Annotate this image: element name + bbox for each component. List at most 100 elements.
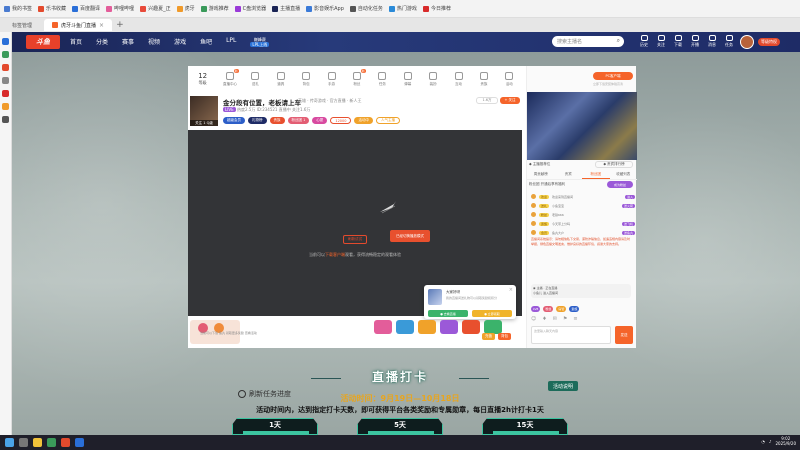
gift-item[interactable] [484, 320, 502, 334]
gift-item[interactable] [462, 320, 480, 334]
day-card-5[interactable]: 5天 [357, 418, 443, 435]
bookmark-item[interactable]: 今日推荐 [422, 5, 451, 12]
recommend-stream-thumbnail[interactable] [527, 92, 637, 160]
tool-item[interactable]: 弹幕 [395, 71, 420, 87]
day-card-1[interactable]: 1天 [232, 418, 318, 435]
tab-favorites[interactable]: 收藏列表 [610, 170, 638, 179]
search-icon[interactable] [19, 438, 28, 447]
chat-input[interactable]: 这里输入聊天内容 [531, 326, 611, 344]
send-button[interactable]: 发送 [615, 326, 633, 344]
sidebar-app-icon[interactable] [2, 103, 9, 110]
gift-icon[interactable]: ♦ [542, 316, 546, 322]
nav-forum[interactable]: 鱼吧 [200, 37, 212, 47]
nav-events[interactable]: 赛事 [122, 37, 134, 47]
browser-icon[interactable] [47, 438, 56, 447]
user-level[interactable]: 12 等级 [188, 72, 217, 86]
video-player[interactable]: 刷新试试 已经切换播放模式 当前可以下载客户端观看，获得流畅稳定的观看体验 大家… [188, 130, 522, 319]
gift-item[interactable] [374, 320, 392, 334]
tool-item[interactable]: 送礼 [243, 71, 268, 87]
messages-button[interactable]: 消息 [708, 35, 716, 48]
nav-games[interactable]: 游戏 [174, 37, 186, 47]
windows-start-icon[interactable] [5, 438, 14, 447]
gift-item[interactable] [418, 320, 436, 334]
bookmark-item[interactable]: 虎牙 [176, 5, 195, 12]
emoji-icon[interactable]: ☺ [531, 316, 536, 322]
tab-manager[interactable]: 标签管理 [4, 19, 40, 31]
tab-active[interactable]: 虎牙斗鱼门直播 × [44, 19, 113, 31]
tab-fans[interactable]: 粉丝团 [582, 170, 610, 179]
sidebar-app-icon[interactable] [2, 51, 9, 58]
close-icon[interactable]: × [99, 22, 104, 29]
tool-item[interactable]: 新粉丝 [344, 68, 369, 87]
tool-item[interactable]: 手游 [319, 71, 344, 87]
tool-item[interactable]: 任务 [370, 71, 395, 87]
bookmark-item[interactable]: 主播直播 [272, 5, 300, 12]
nav-lpl[interactable]: LPL [226, 37, 236, 47]
bookmark-item[interactable]: C盘浏览器 [234, 5, 266, 12]
switch-mode-button[interactable]: 已经切换播放模式 [390, 230, 430, 242]
anchor-avatar[interactable]: 关注 1 Q级 [190, 96, 218, 126]
bookmark-item[interactable]: 影音娱乐App [306, 5, 344, 12]
sidebar-app-icon[interactable] [2, 116, 9, 123]
vip-badge[interactable]: 等级特权 [758, 38, 780, 46]
nav-home[interactable]: 首页 [70, 37, 82, 47]
badge[interactable]: 心愿 [312, 117, 328, 124]
tool-item[interactable]: 互动 [446, 71, 471, 87]
new-tab-button[interactable]: + [116, 20, 124, 30]
menu-icon[interactable]: ≡ [573, 316, 577, 322]
volume-icon[interactable]: ♪ [769, 439, 772, 444]
bookmark-item[interactable]: 兴趣夏_正 [140, 5, 171, 12]
badge[interactable]: 粉丝团 1 [287, 117, 310, 124]
tab-vip[interactable]: 贵宾 [555, 170, 583, 179]
bookmark-item[interactable]: 百度翻译 [72, 5, 100, 12]
app-icon[interactable] [61, 438, 70, 447]
bookmark-item[interactable]: 热门游戏 [388, 5, 417, 12]
sidebar-app-icon[interactable] [2, 90, 9, 97]
rank-button[interactable]: ◆ 贵宾排行榜 [595, 161, 633, 168]
badge[interactable]: 超级会员 [223, 117, 245, 124]
search-icon[interactable]: ⌕ [617, 37, 620, 45]
user-avatar[interactable] [740, 35, 754, 49]
bookmark-item[interactable]: 自动化任务 [349, 5, 383, 12]
badge[interactable]: 礼物榜 [248, 117, 267, 124]
tool-item[interactable]: 新直播中心 [217, 68, 242, 87]
tool-item[interactable]: 贵族 [471, 71, 496, 87]
pc-client-button[interactable]: PC客户端 [593, 72, 633, 80]
sidebar-app-icon[interactable] [2, 64, 9, 71]
refresh-button[interactable]: 刷新试试 [343, 235, 367, 244]
claim-button[interactable]: ● 立即领取 [472, 310, 512, 317]
gift-item[interactable] [440, 320, 458, 334]
file-explorer-icon[interactable] [33, 438, 42, 447]
watch-live-button[interactable]: ● 去看直播 [428, 310, 468, 317]
badge[interactable]: 人气主播 [375, 117, 400, 124]
tool-item[interactable]: 活动 [497, 71, 522, 87]
badge[interactable]: 贵族 [269, 117, 285, 124]
close-icon[interactable]: × [509, 287, 513, 293]
tool-item[interactable]: 装扮 [420, 71, 445, 87]
join-fans-button[interactable]: 成为粉丝 [607, 181, 633, 188]
chat-list[interactable]: 欢迎 欢迎来到直播间 进入 送礼 小鱼宝宝 送火箭 粉丝 老铁666 贵族 今天带上分吗 送飞… [531, 192, 635, 292]
gift-item[interactable] [396, 320, 414, 334]
flag-icon[interactable]: ⚑ [563, 316, 567, 322]
nav-hot-promo[interactable]: 巅峰赛 LPL上线 [250, 37, 270, 47]
sidebar-app-icon[interactable] [2, 77, 9, 84]
bookmark-item[interactable]: 游戏推荐 [200, 5, 229, 12]
bookmark-item[interactable]: 哔哩哔哩 [106, 5, 134, 12]
nav-category[interactable]: 分类 [96, 37, 108, 47]
search-input[interactable]: 搜索主播名 ⌕ [552, 36, 624, 47]
bookmark-item[interactable]: 乐书收藏 [38, 5, 66, 12]
sidebar-app-icon[interactable] [2, 38, 9, 45]
follow-button[interactable]: + 关注 [500, 97, 520, 104]
tool-item[interactable]: 背包 [293, 71, 318, 87]
tab-weekly[interactable]: 周贡献榜 [527, 170, 555, 179]
history-button[interactable]: 历史 [640, 35, 648, 48]
app-icon[interactable] [75, 438, 84, 447]
nav-video[interactable]: 视频 [148, 37, 160, 47]
follow-list-button[interactable]: 关注 [657, 35, 665, 48]
download-client-link[interactable]: 下载客户端 [325, 252, 345, 257]
backpack-button[interactable]: 背包 [498, 333, 511, 340]
badge[interactable]: 12000 [330, 117, 352, 124]
start-stream-button[interactable]: 开播 [691, 35, 699, 48]
clock[interactable]: 9:02 2025/9/20 [775, 436, 796, 446]
bookmark-item[interactable]: 我的书签 [4, 5, 32, 12]
